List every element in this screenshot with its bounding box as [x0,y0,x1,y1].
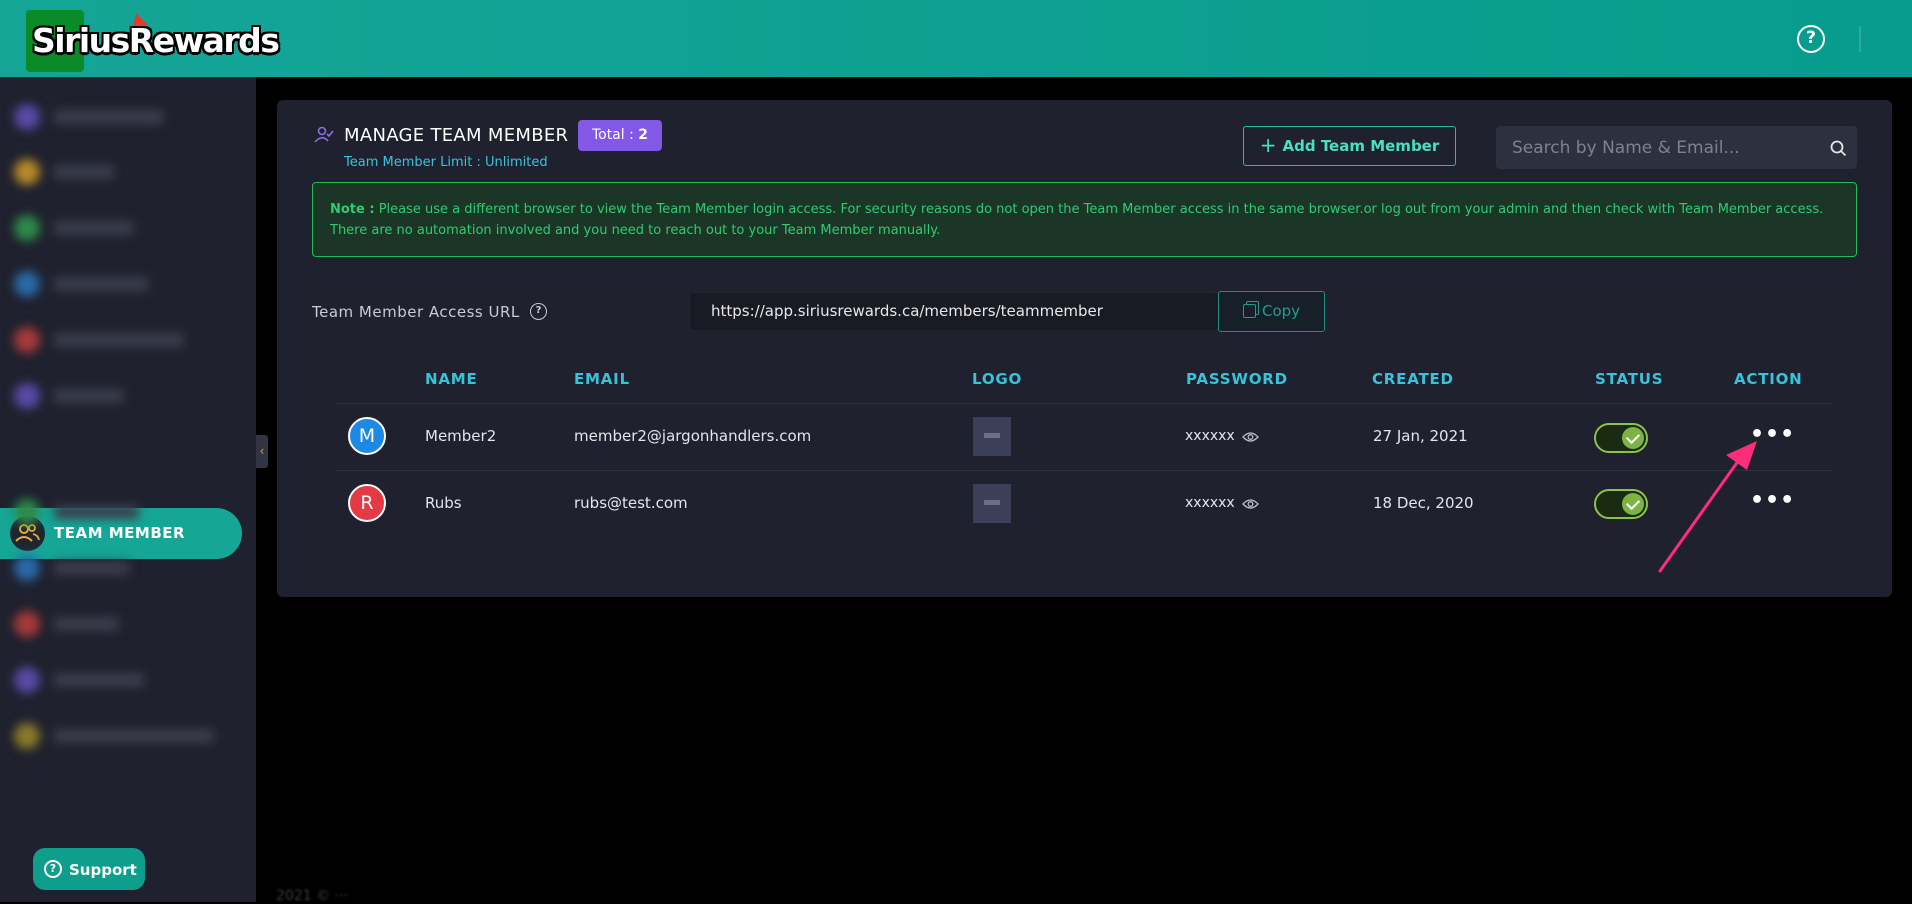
more-actions-button[interactable]: ••• [1750,490,1794,512]
sidebar-item-blurred[interactable] [14,665,224,695]
help-icon[interactable]: ? [1797,25,1825,53]
plus-icon: + [1259,133,1277,157]
column-header-created[interactable]: CREATED [1372,370,1454,388]
member-created-date: 18 Dec, 2020 [1373,494,1474,512]
access-url-field[interactable]: https://app.siriusrewards.ca/members/tea… [689,292,1219,331]
search-input[interactable] [1496,126,1816,169]
copy-button[interactable]: Copy [1218,291,1325,332]
note-prefix: Note : [330,202,375,217]
total-label: Total : [591,127,639,143]
add-team-member-label: Add Team Member [1282,137,1440,155]
support-button[interactable]: ? Support [33,848,145,890]
column-header-password: PASSWORD [1186,370,1288,388]
eye-icon[interactable] [1242,498,1259,510]
sidebar-item-blurred[interactable] [14,325,224,355]
sidebar: TEAM MEMBER [0,77,256,902]
member-created-date: 27 Jan, 2021 [1373,427,1468,445]
search-box [1496,126,1857,169]
member-email: rubs@test.com [574,494,688,512]
user-check-icon [314,126,334,143]
note-text: Please use a different browser to view t… [330,202,1824,238]
app-logo[interactable]: SiriusRewards [26,10,280,72]
column-header-action: ACTION [1734,370,1803,388]
sidebar-item-blurred[interactable] [14,553,224,583]
sidebar-item-blurred[interactable] [14,497,224,527]
sidebar-item-blurred[interactable] [14,269,224,299]
search-icon[interactable] [1830,140,1847,157]
check-icon [1622,427,1644,449]
avatar: R [348,484,386,522]
access-url-label: Team Member Access URL [312,303,520,321]
sidebar-item-blurred[interactable] [14,213,224,243]
note-banner: Note : Please use a different browser to… [312,182,1857,257]
column-header-logo: LOGO [972,370,1023,388]
total-value: 2 [638,127,649,143]
sidebar-item-blurred[interactable] [14,721,224,751]
sidebar-item-blurred[interactable] [14,102,224,132]
member-email: member2@jargonhandlers.com [574,427,812,445]
column-header-status: STATUS [1595,370,1664,388]
manage-team-card [277,100,1892,597]
page-title: MANAGE TEAM MEMBER [344,125,569,146]
member-password: xxxxxx [1185,495,1235,511]
team-member-limit: Team Member Limit : Unlimited [344,155,548,170]
sidebar-item-blurred[interactable] [14,381,224,411]
sidebar-collapse-button[interactable]: ‹ [256,435,268,468]
member-name: Rubs [425,494,462,512]
logo-text: SiriusRewards [32,21,280,60]
check-icon [1622,493,1644,515]
topbar-divider [1859,26,1861,52]
member-logo-image [973,417,1011,456]
sidebar-item-blurred[interactable] [14,157,224,187]
member-name: Member2 [425,427,497,445]
question-circle-icon: ? [44,860,62,878]
member-password: xxxxxx [1185,428,1235,444]
status-toggle[interactable] [1594,423,1648,453]
table-header-divider [335,403,1833,404]
eye-icon[interactable] [1242,431,1259,443]
copy-icon [1242,304,1256,318]
total-count-badge: Total : 2 [578,120,662,151]
help-circle-icon[interactable]: ? [530,303,547,320]
sidebar-item-blurred[interactable] [14,609,224,639]
support-label: Support [69,861,137,879]
add-team-member-button[interactable]: + Add Team Member [1243,126,1456,166]
column-header-email[interactable]: EMAIL [574,370,630,388]
column-header-name[interactable]: NAME [425,370,478,388]
copy-label: Copy [1261,302,1301,320]
top-bar: SiriusRewards ? [0,0,1912,77]
more-actions-button[interactable]: ••• [1750,424,1794,446]
avatar: M [348,417,386,455]
table-row-divider [335,470,1833,471]
member-logo-image [973,484,1011,523]
status-toggle[interactable] [1594,489,1648,519]
